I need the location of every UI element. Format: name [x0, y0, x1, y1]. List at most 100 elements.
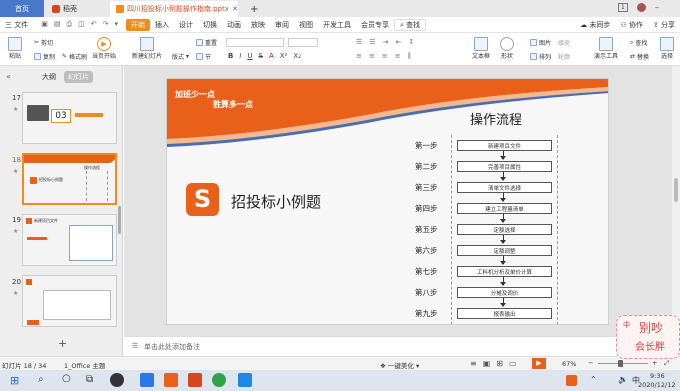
preview-icon[interactable]: ◫: [78, 20, 85, 29]
print-icon[interactable]: ⎙: [66, 20, 72, 29]
layout-button[interactable]: 版式 ▾: [172, 52, 189, 61]
menu-view[interactable]: 视图: [294, 20, 318, 30]
zoom-slider[interactable]: [598, 360, 648, 367]
notes-area[interactable]: ☰ 单击此处添加备注: [124, 336, 672, 356]
volume-icon[interactable]: 🔉: [618, 375, 628, 384]
new-tab-button[interactable]: +: [244, 1, 258, 17]
tab-home[interactable]: 首页: [0, 0, 44, 17]
fit-window-icon[interactable]: ⤢: [664, 359, 669, 368]
normal-view-icon[interactable]: ▣: [483, 359, 491, 368]
font-name-select[interactable]: [226, 38, 284, 47]
export-icon[interactable]: ▤: [54, 20, 61, 29]
select-button[interactable]: 选择: [660, 37, 674, 60]
current-slide[interactable]: 加班少一点 胜算多一点 S 招投标小例题 操作流程 第一步 新建项目文件 第二步 完善…: [166, 78, 609, 325]
panel-scrollbar[interactable]: [118, 206, 121, 234]
sync-status[interactable]: ☁ 未同步: [575, 20, 615, 30]
scroll-thumb[interactable]: [674, 178, 678, 202]
font-size-select[interactable]: [288, 38, 318, 47]
redo-icon[interactable]: ↷: [103, 20, 109, 29]
app-blue-icon[interactable]: [238, 373, 252, 387]
outline-button[interactable]: 轮廓: [558, 52, 570, 61]
image-button[interactable]: 图片: [530, 38, 551, 47]
avatar[interactable]: [636, 3, 646, 12]
wps-writer-icon[interactable]: [140, 373, 154, 387]
zoom-out-icon[interactable]: −: [588, 359, 593, 367]
menu-file[interactable]: 三 文件: [0, 20, 33, 30]
outdent-icon[interactable]: ⇤: [395, 38, 401, 46]
cut-button[interactable]: ✂ 剪切: [34, 38, 53, 47]
sorter-view-icon[interactable]: ⊞: [496, 359, 503, 368]
task-view-icon[interactable]: ⧉: [86, 374, 93, 385]
tab-outline[interactable]: 大纲: [42, 72, 56, 82]
fill-button[interactable]: 填充: [558, 38, 570, 47]
app-butterfly-icon[interactable]: [110, 373, 124, 387]
menu-transition[interactable]: 切换: [198, 20, 222, 30]
clock-date[interactable]: 2020/12/12: [638, 381, 675, 389]
indent-icon[interactable]: ⇥: [383, 38, 389, 46]
bullet-list-icon[interactable]: ☰: [356, 38, 362, 46]
align-center-icon[interactable]: ≡: [369, 52, 375, 61]
strikethrough-icon[interactable]: S: [259, 52, 263, 60]
play-button[interactable]: ▶: [532, 358, 546, 369]
textbox-button[interactable]: 文本框: [472, 37, 490, 60]
add-slide-icon[interactable]: +: [58, 337, 67, 350]
find-button[interactable]: ⌕ 查找: [630, 38, 647, 48]
search-icon[interactable]: ⌕: [38, 374, 44, 385]
close-icon[interactable]: ✕: [232, 5, 238, 13]
slide-thumbnail-18[interactable]: 招投标小例题 操作流程: [22, 153, 117, 205]
wps-spreadsheet-icon[interactable]: [188, 373, 202, 387]
share-button[interactable]: ⇪ 分享: [648, 20, 680, 30]
replace-button[interactable]: ⇄ 替换: [630, 52, 649, 61]
slide-thumbnail-20[interactable]: [22, 275, 117, 327]
reset-button[interactable]: 重置: [196, 38, 217, 47]
menu-insert[interactable]: 插入: [150, 20, 174, 30]
slide-thumbnail-19[interactable]: 新建项目文件: [22, 214, 117, 266]
menu-review[interactable]: 审阅: [270, 20, 294, 30]
paste-button[interactable]: 粘贴: [8, 37, 22, 60]
menu-lines-icon[interactable]: ≡: [470, 359, 477, 368]
save-icon[interactable]: ▣: [41, 20, 48, 29]
italic-icon[interactable]: I: [239, 52, 241, 60]
line-spacing-icon[interactable]: ↕: [408, 38, 414, 46]
canvas-scrollbar[interactable]: [672, 66, 680, 356]
undo-icon[interactable]: ↶: [91, 20, 97, 29]
menu-slideshow[interactable]: 放映: [246, 20, 270, 30]
reading-view-icon[interactable]: ▭: [509, 359, 517, 368]
tray-app-icon[interactable]: [566, 375, 577, 386]
subscript-icon[interactable]: X₂: [293, 52, 301, 60]
collab-button[interactable]: ⚇ 协作: [615, 20, 648, 30]
collapse-panel-icon[interactable]: «: [6, 72, 11, 81]
numbered-list-icon[interactable]: ☰: [369, 38, 375, 46]
windows-start-icon[interactable]: ⊞: [10, 374, 19, 387]
format-painter-button[interactable]: ✎ 格式刷: [62, 52, 87, 61]
copy-button[interactable]: 复制: [34, 52, 55, 61]
zoom-level[interactable]: 67%: [562, 360, 576, 368]
columns-icon[interactable]: ⫼: [408, 52, 411, 61]
bold-icon[interactable]: B: [228, 52, 233, 60]
page-box-icon[interactable]: 1: [618, 3, 628, 12]
menu-home[interactable]: 开始: [125, 18, 150, 31]
font-color-icon[interactable]: A: [269, 52, 274, 60]
dropdown-icon[interactable]: ▾: [114, 20, 118, 29]
tray-chevron-icon[interactable]: ⌃: [590, 375, 597, 384]
align-right-icon[interactable]: ≡: [382, 52, 388, 61]
cortana-icon[interactable]: ○: [62, 373, 71, 384]
menu-animation[interactable]: 动画: [222, 20, 246, 30]
underline-icon[interactable]: U: [247, 52, 252, 60]
chrome-icon[interactable]: [212, 373, 226, 387]
new-slide-button[interactable]: 新建幻灯片: [132, 37, 162, 60]
wps-presentation-icon[interactable]: [164, 373, 178, 387]
shape-button[interactable]: 形状: [500, 37, 514, 60]
minimize-icon[interactable]: –: [655, 3, 659, 12]
slide-thumbnail-17[interactable]: 03: [22, 92, 117, 144]
beautify-button[interactable]: ❖ 一键美化 ▾: [380, 360, 419, 370]
tab-slides[interactable]: 幻灯片: [64, 71, 93, 83]
clock-time[interactable]: 9:36: [650, 372, 665, 380]
superscript-icon[interactable]: X²: [280, 52, 288, 60]
start-from-current-button[interactable]: ▶ 当页开始: [92, 37, 116, 60]
align-left-icon[interactable]: ≡: [356, 52, 362, 61]
presenter-tools-button[interactable]: 演示工具: [594, 37, 618, 60]
tab-daoke[interactable]: 稻壳: [46, 1, 104, 17]
menu-member[interactable]: 会员专享: [356, 20, 394, 30]
menu-search[interactable]: ⌕ 查找: [393, 18, 427, 31]
